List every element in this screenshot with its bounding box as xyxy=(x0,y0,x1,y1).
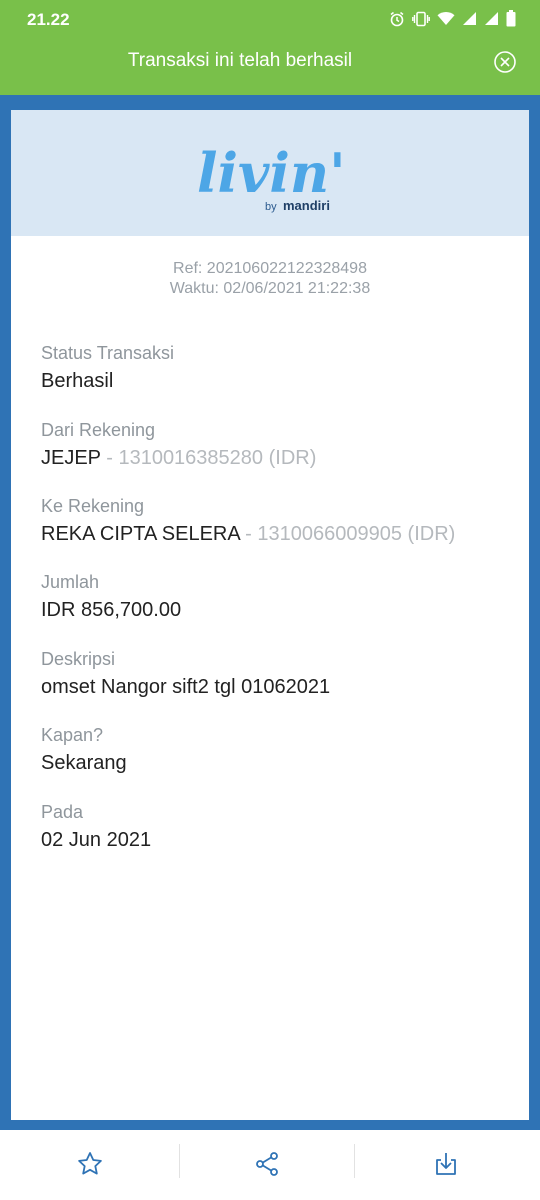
account-name: REKA CIPTA SELERA xyxy=(41,523,240,545)
account-name: JEJEP xyxy=(41,447,101,469)
status-time: 21.22 xyxy=(27,10,70,29)
logo-wordmark: livin' xyxy=(197,141,346,205)
vibrate-icon xyxy=(412,11,430,26)
field-value: omset Nangor sift2 tgl 01062021 xyxy=(41,676,331,698)
logo-company: mandiri xyxy=(283,198,330,213)
receipt-card: livin' by mandiri Ref: 20210602212232849… xyxy=(11,110,529,1120)
field-label: Jumlah xyxy=(41,572,100,592)
account-number: - 1310066009905 (IDR) xyxy=(239,523,456,545)
account-number: - 1310016385280 (IDR) xyxy=(100,447,317,469)
field-destination-account: Ke Rekening REKA CIPTA SELERA - 13100660… xyxy=(41,495,455,547)
transaction-time: Waktu: 02/06/2021 21:22:38 xyxy=(169,280,371,297)
star-icon xyxy=(78,1152,102,1175)
close-button[interactable] xyxy=(493,50,517,74)
field-value: 02 Jun 2021 xyxy=(41,829,152,851)
field-label: Deskripsi xyxy=(41,649,116,669)
field-value: Berhasil xyxy=(41,370,114,392)
download-button[interactable] xyxy=(430,1148,462,1180)
field-value-row: JEJEP - 1310016385280 (IDR) xyxy=(41,445,316,471)
divider xyxy=(354,1144,355,1178)
field-label: Ke Rekening xyxy=(41,496,145,516)
signal-icon xyxy=(463,12,476,25)
page-title: Transaksi ini telah berhasil xyxy=(127,50,353,71)
reference-number: Ref: 20210602212232849​8 xyxy=(173,260,367,277)
field-value: IDR 856,700.00 xyxy=(41,599,182,621)
divider xyxy=(179,1144,180,1178)
header-bar: 21.22 Transaksi ini telah berhasil xyxy=(0,0,540,95)
share-icon xyxy=(256,1152,278,1176)
logo-band: livin' by mandiri xyxy=(11,110,529,236)
livin-logo: livin' by mandiri xyxy=(197,141,346,213)
field-date: Pada 02 Jun 2021 xyxy=(41,801,151,853)
field-label: Status Transaksi xyxy=(41,343,175,363)
title-row: Transaksi ini telah berhasil xyxy=(0,38,540,86)
status-icons xyxy=(389,10,516,27)
field-when: Kapan? Sekarang xyxy=(41,724,127,776)
battery-icon xyxy=(506,10,516,27)
field-status: Status Transaksi Berhasil xyxy=(41,342,174,394)
signal-icon xyxy=(485,12,498,25)
field-value-row: REKA CIPTA SELERA - 1310066009905 (IDR) xyxy=(41,521,455,547)
field-value: Sekarang xyxy=(41,752,127,774)
logo-by: by xyxy=(265,201,277,213)
alarm-icon xyxy=(390,11,404,26)
share-button[interactable] xyxy=(251,1148,283,1180)
field-label: Dari Rekening xyxy=(41,420,156,440)
wifi-icon xyxy=(437,12,455,25)
field-amount: Jumlah IDR 856,700.00 xyxy=(41,571,181,623)
download-icon xyxy=(436,1153,456,1175)
field-source-account: Dari Rekening JEJEP - 1310016385280 (IDR… xyxy=(41,419,316,471)
favorite-button[interactable] xyxy=(74,1148,106,1180)
field-label: Kapan? xyxy=(41,725,104,745)
field-label: Pada xyxy=(41,802,84,822)
action-bar xyxy=(0,1130,540,1200)
close-circle-icon xyxy=(494,51,516,73)
status-bar: 21.22 xyxy=(0,0,540,38)
field-description: Deskripsi omset Nangor sift2 tgl 0106202… xyxy=(41,648,330,700)
